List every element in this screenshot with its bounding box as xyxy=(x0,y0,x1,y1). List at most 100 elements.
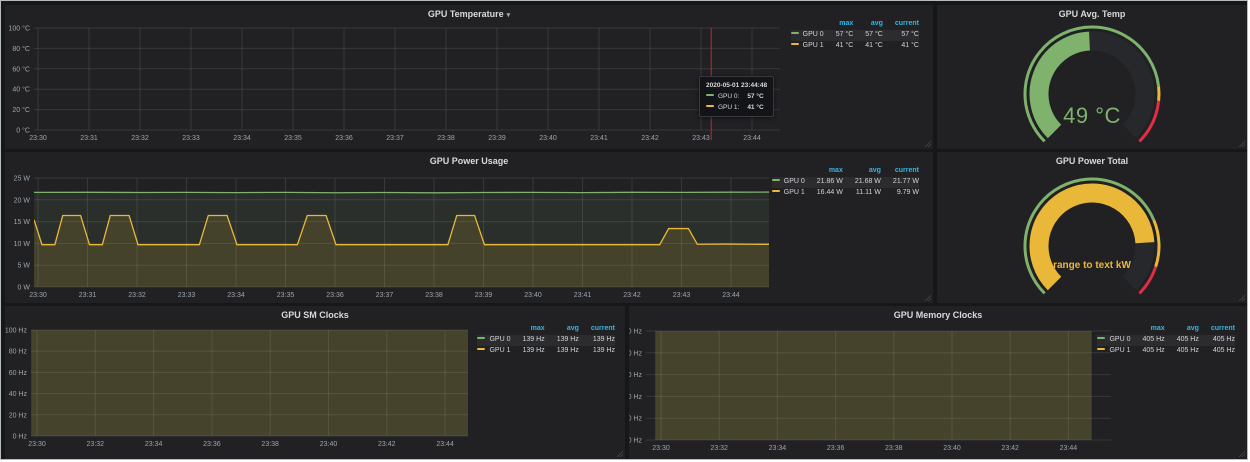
gpu-sm-clocks-legend[interactable]: maxavgcurrentGPU 0139 Hz139 Hz139 HzGPU … xyxy=(477,324,615,357)
legend-row[interactable]: GPU 141 °C41 °C41 °C xyxy=(791,41,919,52)
svg-text:40 °C: 40 °C xyxy=(12,86,30,94)
svg-text:23:32: 23:32 xyxy=(710,445,728,452)
legend-header[interactable]: current xyxy=(881,166,919,177)
panel-title-text: GPU Memory Clocks xyxy=(894,310,983,320)
panel-gpu-avg-temp: GPU Avg. Temp 49 °C xyxy=(937,5,1247,149)
panel-title-gpu-avg-temp[interactable]: GPU Avg. Temp xyxy=(937,9,1247,19)
legend-header[interactable]: max xyxy=(824,19,854,30)
panel-resize-handle[interactable] xyxy=(924,294,931,301)
svg-text:23:41: 23:41 xyxy=(574,292,592,299)
panel-title-text: GPU SM Clocks xyxy=(281,310,349,320)
series-color-dash-icon xyxy=(1097,348,1105,350)
svg-text:0 °C: 0 °C xyxy=(16,127,30,135)
panel-gpu-sm-clocks: GPU SM Clocks 0 Hz20 Hz40 Hz60 Hz80 Hz10… xyxy=(5,306,625,459)
svg-text:23:32: 23:32 xyxy=(131,135,149,142)
panel-title-text: GPU Avg. Temp xyxy=(1059,9,1126,19)
legend-row[interactable]: GPU 0139 Hz139 Hz139 Hz xyxy=(477,335,615,346)
legend-row[interactable]: GPU 1139 Hz139 Hz139 Hz xyxy=(477,346,615,357)
legend-header[interactable]: current xyxy=(579,324,615,335)
legend-row[interactable]: GPU 057 °C57 °C57 °C xyxy=(791,30,919,41)
legend-row[interactable]: GPU 021.86 W21.68 W21.77 W xyxy=(772,177,919,188)
panel-title-gpu-sm-clocks[interactable]: GPU SM Clocks xyxy=(5,310,625,320)
svg-text:23:39: 23:39 xyxy=(475,292,493,299)
svg-text:23:44: 23:44 xyxy=(436,441,454,448)
svg-text:23:43: 23:43 xyxy=(673,292,691,299)
legend-value: 9.79 W xyxy=(881,188,919,199)
svg-text:23:36: 23:36 xyxy=(827,445,845,452)
svg-text:23:35: 23:35 xyxy=(284,135,302,142)
legend-value: 57 °C xyxy=(824,30,854,41)
svg-text:23:33: 23:33 xyxy=(178,292,196,299)
legend-value: 405 Hz xyxy=(1131,335,1165,346)
panel-title-gpu-temperature[interactable]: GPU Temperature▾ xyxy=(5,9,933,19)
svg-text:23:42: 23:42 xyxy=(378,441,396,448)
panel-resize-handle[interactable] xyxy=(1238,450,1245,457)
svg-text:80 °C: 80 °C xyxy=(12,45,30,53)
svg-text:40 Hz: 40 Hz xyxy=(9,391,28,398)
gauge-value: 49 °C xyxy=(937,103,1247,129)
svg-text:0 Hz: 0 Hz xyxy=(629,438,642,445)
legend-header[interactable]: max xyxy=(1131,324,1165,335)
legend-row[interactable]: GPU 0405 Hz405 Hz405 Hz xyxy=(1097,335,1235,346)
gpu-memory-clocks-legend[interactable]: maxavgcurrentGPU 0405 Hz405 Hz405 HzGPU … xyxy=(1097,324,1235,357)
panel-resize-handle[interactable] xyxy=(924,140,931,147)
series-color-dash-icon xyxy=(477,348,485,350)
chart-tooltip: 2020-05-01 23:44:48 GPU 0:57 °CGPU 1:41 … xyxy=(699,76,774,117)
svg-text:23:36: 23:36 xyxy=(326,292,344,299)
svg-text:20 Hz: 20 Hz xyxy=(629,416,642,423)
legend-header[interactable]: avg xyxy=(545,324,579,335)
legend-value: 139 Hz xyxy=(579,335,615,346)
gpu-temperature-legend[interactable]: maxavgcurrentGPU 057 °C57 °C57 °CGPU 141… xyxy=(791,19,919,52)
svg-text:23:41: 23:41 xyxy=(590,135,608,142)
panel-resize-handle[interactable] xyxy=(1238,140,1245,147)
legend-value: 57 °C xyxy=(883,30,919,41)
legend-value: 16.44 W xyxy=(805,188,843,199)
panel-title-gpu-power-usage[interactable]: GPU Power Usage xyxy=(5,156,933,166)
svg-text:60 Hz: 60 Hz xyxy=(9,370,28,377)
panel-gpu-temperature: GPU Temperature▾ 0 °C20 °C40 °C60 °C80 °… xyxy=(5,5,933,149)
panel-title-gpu-power-total[interactable]: GPU Power Total xyxy=(937,156,1247,166)
legend-value: 11.11 W xyxy=(843,188,881,199)
legend-header[interactable]: avg xyxy=(853,19,883,30)
svg-text:23:31: 23:31 xyxy=(79,292,97,299)
panel-resize-handle[interactable] xyxy=(1238,294,1245,301)
series-color-dash-icon xyxy=(791,43,799,45)
tooltip-row: GPU 1:41 °C xyxy=(706,102,767,113)
series-color-dash-icon xyxy=(772,190,780,192)
panel-resize-handle[interactable] xyxy=(616,450,623,457)
svg-text:23:38: 23:38 xyxy=(885,445,903,452)
svg-text:20 W: 20 W xyxy=(14,197,31,204)
svg-text:23:40: 23:40 xyxy=(943,445,961,452)
svg-text:23:44: 23:44 xyxy=(722,292,740,299)
panel-title-gpu-memory-clocks[interactable]: GPU Memory Clocks xyxy=(629,310,1247,320)
svg-text:0 Hz: 0 Hz xyxy=(13,434,28,441)
legend-header[interactable]: max xyxy=(511,324,545,335)
svg-text:23:37: 23:37 xyxy=(376,292,394,299)
legend-header[interactable]: max xyxy=(805,166,843,177)
legend-header[interactable]: current xyxy=(883,19,919,30)
panel-title-text: GPU Power Total xyxy=(1056,156,1128,166)
svg-text:23:32: 23:32 xyxy=(128,292,146,299)
svg-text:23:40: 23:40 xyxy=(524,292,542,299)
svg-text:100 °C: 100 °C xyxy=(9,25,30,33)
svg-text:23:36: 23:36 xyxy=(335,135,353,142)
legend-header[interactable]: avg xyxy=(843,166,881,177)
legend-row[interactable]: GPU 1405 Hz405 Hz405 Hz xyxy=(1097,346,1235,357)
svg-text:23:30: 23:30 xyxy=(29,292,47,299)
svg-text:23:44: 23:44 xyxy=(1060,445,1078,452)
legend-row[interactable]: GPU 116.44 W11.11 W9.79 W xyxy=(772,188,919,199)
legend-header[interactable]: current xyxy=(1199,324,1235,335)
svg-text:10 W: 10 W xyxy=(14,241,31,248)
series-color-dash-icon xyxy=(706,105,714,107)
svg-text:40 Hz: 40 Hz xyxy=(629,394,642,401)
panel-title-text: GPU Temperature xyxy=(428,9,504,19)
legend-value: 21.77 W xyxy=(881,177,919,188)
svg-text:23:40: 23:40 xyxy=(320,441,338,448)
svg-text:23:34: 23:34 xyxy=(227,292,245,299)
legend-header[interactable]: avg xyxy=(1165,324,1199,335)
gpu-power-usage-legend[interactable]: maxavgcurrentGPU 021.86 W21.68 W21.77 WG… xyxy=(772,166,919,199)
tooltip-timestamp: 2020-05-01 23:44:48 xyxy=(706,80,767,91)
legend-value: 405 Hz xyxy=(1165,335,1199,346)
legend-value: 405 Hz xyxy=(1199,335,1235,346)
series-color-dash-icon xyxy=(477,337,485,339)
